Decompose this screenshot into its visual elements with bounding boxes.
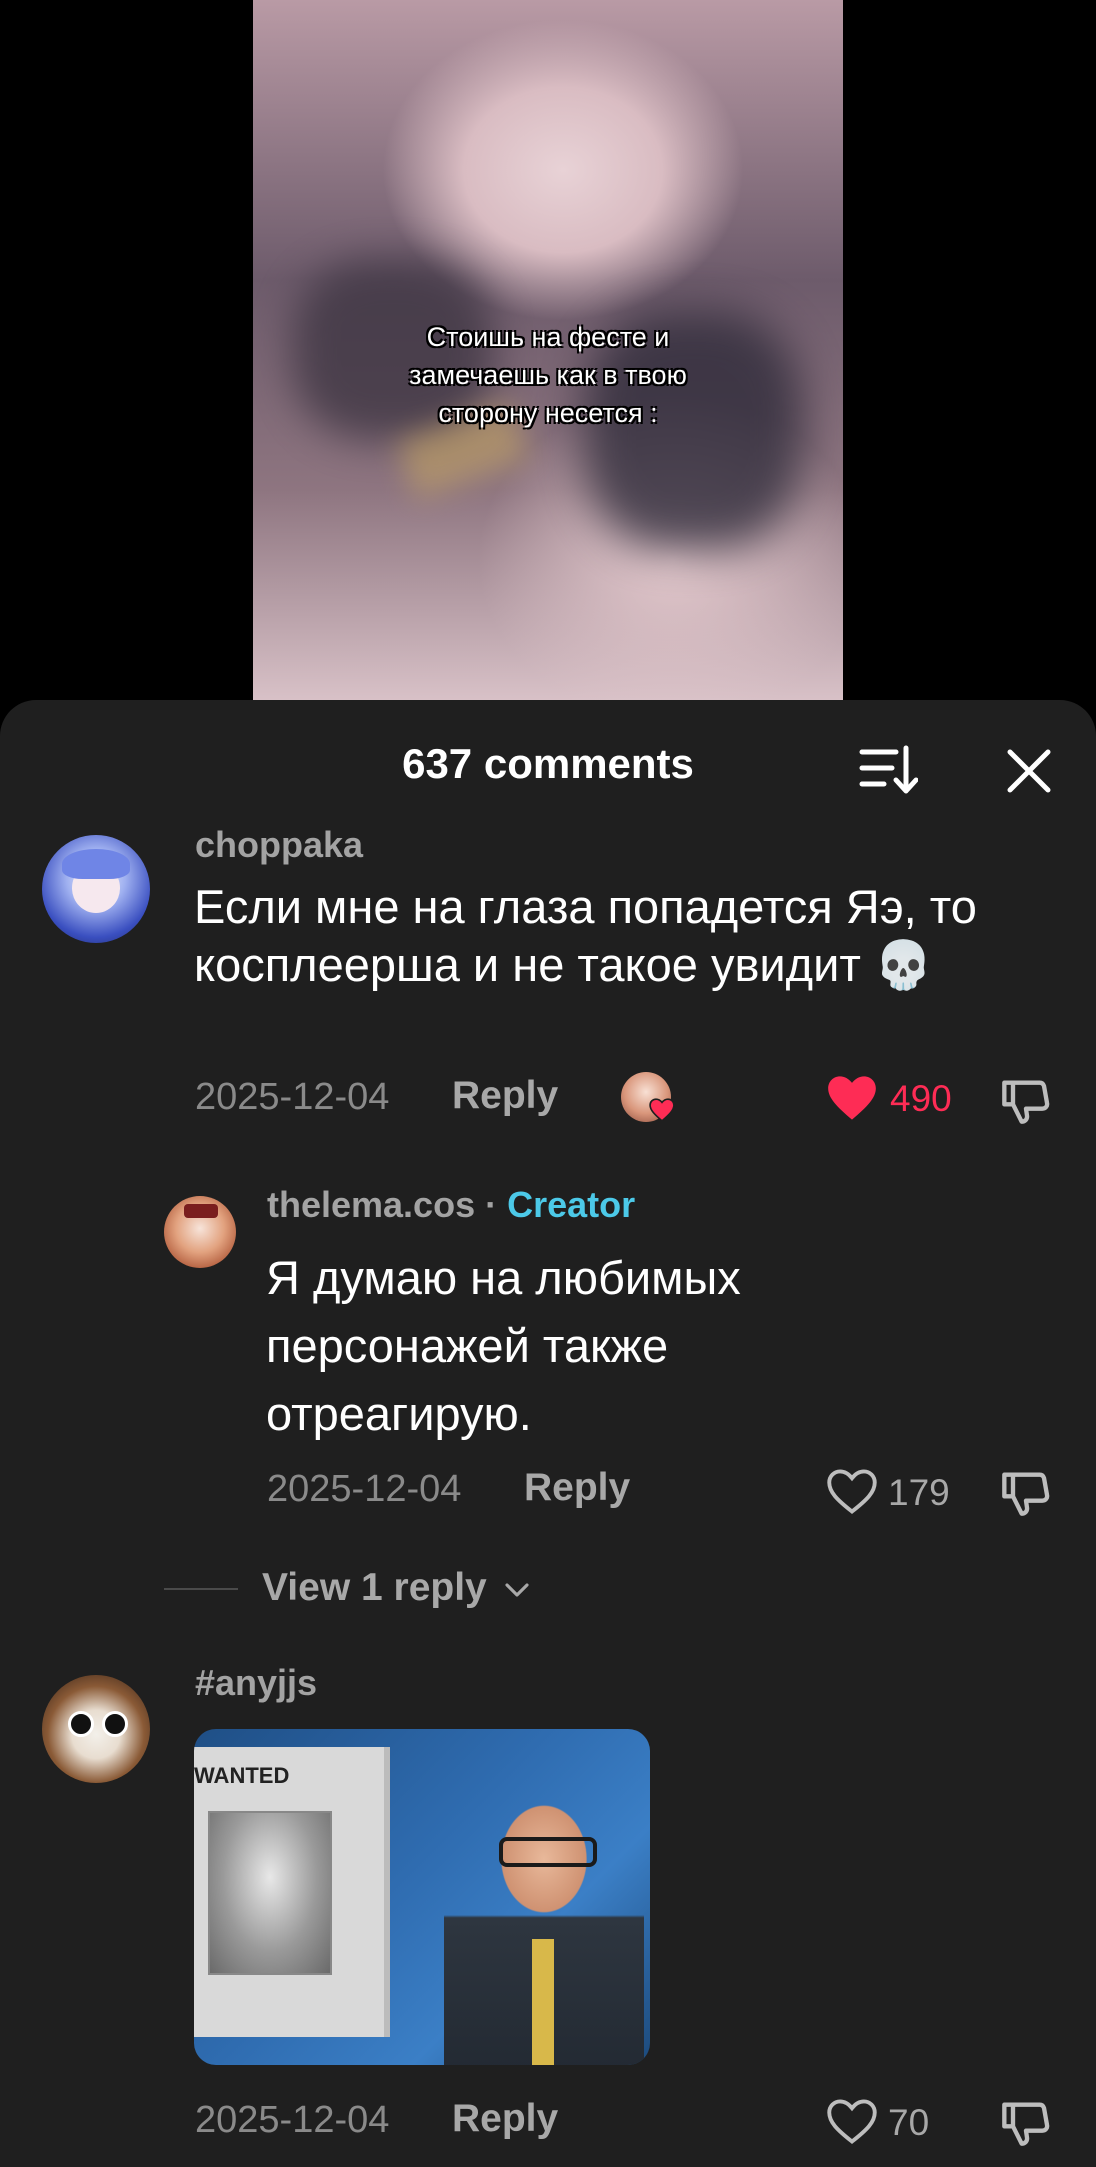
heart-outline-icon[interactable] (826, 1468, 878, 1516)
wanted-poster: WANTED (194, 1747, 390, 2037)
avatar[interactable] (42, 1675, 150, 1783)
avatar[interactable] (42, 835, 150, 943)
view-replies-divider (164, 1588, 238, 1590)
reply-button[interactable]: Reply (524, 1466, 630, 1510)
heart-outline-icon[interactable] (826, 2098, 878, 2146)
comment-text: Я думаю на любимых персонажей также отре… (266, 1251, 741, 1440)
video-player[interactable]: Стоишь на фесте и замечаешь как в твою с… (253, 0, 843, 700)
like-count: 179 (888, 1472, 950, 1513)
news-anchor (444, 1789, 644, 2065)
chevron-down-icon (505, 1583, 529, 1597)
wanted-label: WANTED (194, 1763, 290, 1788)
comment-username-line: thelema.cos · Creator (267, 1184, 635, 1226)
comments-panel: 637 comments choppaka Если мне на глаза … (0, 700, 1096, 2167)
comment-username[interactable]: #anyjjs (195, 1662, 317, 1704)
view-replies-label: View 1 reply (262, 1566, 487, 1609)
comment-date: 2025-12-04 (267, 1468, 462, 1510)
comment-date: 2025-12-04 (195, 2099, 390, 2141)
creator-liked-avatar (621, 1072, 675, 1122)
sort-icon[interactable] (858, 744, 918, 796)
avatar[interactable] (164, 1196, 236, 1268)
comment-text: Если мне на глаза попадется Яэ, то коспл… (194, 880, 977, 991)
creator-badge: Creator (507, 1184, 636, 1225)
dislike-icon[interactable] (1000, 1074, 1052, 1126)
comment-gif[interactable]: WANTED (194, 1729, 650, 2065)
separator-dot: · (485, 1184, 498, 1225)
view-replies-button[interactable]: View 1 reply (262, 1566, 532, 1610)
like-count: 490 (890, 1078, 952, 1119)
comment-date: 2025-12-04 (195, 1076, 390, 1118)
like-count: 70 (888, 2102, 930, 2143)
comment-username[interactable]: choppaka (195, 824, 363, 866)
heart-badge-icon (649, 1098, 675, 1122)
reply-button[interactable]: Reply (452, 2097, 558, 2141)
close-icon[interactable] (1004, 746, 1054, 796)
reply-button[interactable]: Reply (452, 1074, 558, 1118)
dislike-icon[interactable] (1000, 1466, 1052, 1518)
dislike-icon[interactable] (1000, 2096, 1052, 2148)
comments-count-title: 637 comments (402, 740, 694, 787)
comment-username[interactable]: thelema.cos (267, 1184, 475, 1225)
heart-filled-icon[interactable] (826, 1074, 878, 1122)
video-caption: Стоишь на фесте и замечаешь как в твою с… (409, 322, 687, 428)
